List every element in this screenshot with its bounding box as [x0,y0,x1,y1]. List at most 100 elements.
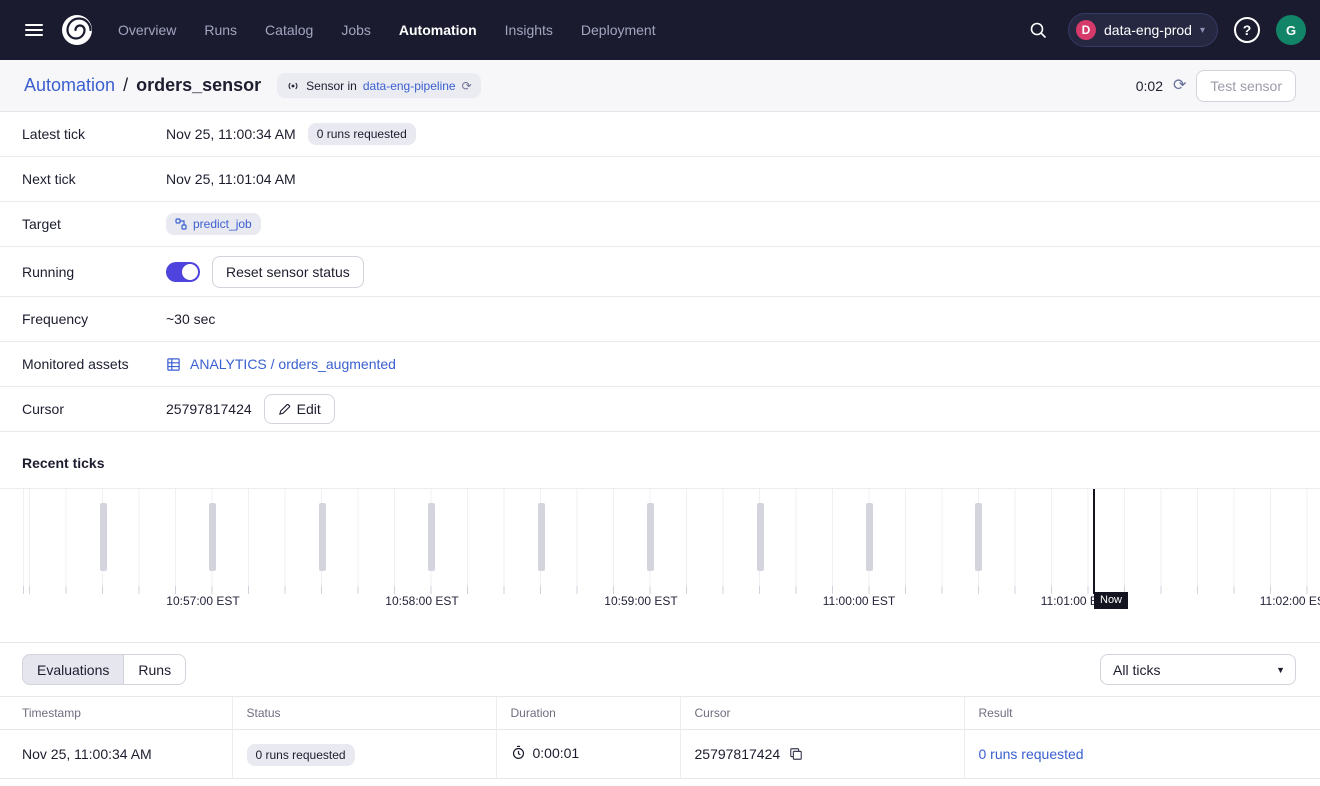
row-label: Running [22,264,166,280]
detail-row-frequency: Frequency ~30 sec [0,297,1320,342]
chevron-down-icon: ▼ [1276,665,1285,675]
evaluations-table: Timestamp Status Duration Cursor Result … [0,696,1320,785]
sensor-badge-text: Sensor in [306,79,357,93]
results-toolbar: Evaluations Runs All ticks ▼ [0,643,1320,696]
nav-item-automation[interactable]: Automation [399,22,477,38]
tick-bar[interactable] [100,503,107,571]
nav-item-runs[interactable]: Runs [204,22,237,38]
deployment-switcher[interactable]: D data-eng-prod ▾ [1068,13,1218,47]
recent-ticks-heading: Recent ticks [0,432,1320,488]
deployment-name: data-eng-prod [1104,22,1192,38]
tick-bar[interactable] [866,503,873,571]
menu-button[interactable] [14,10,54,50]
tick-bar[interactable] [428,503,435,571]
results-section: Evaluations Runs All ticks ▼ Timestamp S… [0,642,1320,785]
hamburger-icon [24,20,44,40]
refresh-icon[interactable]: ⟳ [1173,78,1186,94]
page-header-actions: 0:02 ⟳ Test sensor [1136,70,1296,102]
tick-countdown: 0:02 [1136,78,1163,94]
pencil-icon [278,403,291,416]
tick-bar[interactable] [319,503,326,571]
latest-tick-value: Nov 25, 11:00:34 AM [166,126,296,142]
tick-bar[interactable] [757,503,764,571]
job-name: predict_job [193,217,252,231]
cell-status: 0 runs requested [232,730,496,779]
breadcrumb-separator: / [123,75,128,96]
copy-cursor-button[interactable] [789,747,803,761]
ticks-timeline: 10:57:00 EST10:58:00 EST10:59:00 EST11:0… [0,488,1320,611]
cell-timestamp: Nov 25, 11:00:34 AM [0,730,232,779]
detail-row-next-tick: Next tick Nov 25, 11:01:04 AM [0,157,1320,202]
detail-row-target: Target predict_job [0,202,1320,247]
cursor-value: 25797817424 [166,401,252,417]
asset-table-icon [166,357,181,372]
axis-label: 11:00:00 EST [823,594,896,608]
tick-bar[interactable] [647,503,654,571]
table-row-partial [0,779,1320,785]
status-badge: 0 runs requested [308,123,416,145]
detail-row-monitored-assets: Monitored assets ANALYTICS / orders_augm… [0,342,1320,387]
tick-bar[interactable] [975,503,982,571]
nav-item-jobs[interactable]: Jobs [341,22,371,38]
now-label: Now [1094,592,1128,609]
app-root: Overview Runs Catalog Jobs Automation In… [0,0,1320,785]
pipeline-link[interactable]: data-eng-pipeline [363,79,456,93]
toggle-knob [182,264,198,280]
duration-value: 0:00:01 [533,745,580,761]
nav-right: D data-eng-prod ▾ ? G [1018,10,1306,50]
breadcrumb-automation[interactable]: Automation [24,75,115,96]
col-timestamp: Timestamp [0,697,232,730]
reset-sensor-status-button[interactable]: Reset sensor status [212,256,364,288]
next-tick-value: Nov 25, 11:01:04 AM [166,171,296,187]
tick-bar[interactable] [538,503,545,571]
reload-icon[interactable]: ⟳ [462,80,472,92]
chevron-down-icon: ▾ [1200,25,1205,36]
axis-label: 10:59:00 EST [604,594,677,608]
running-toggle[interactable] [166,262,200,282]
result-link[interactable]: 0 runs requested [979,746,1084,762]
edit-cursor-button[interactable]: Edit [264,394,335,424]
page-title: orders_sensor [136,75,261,96]
edit-button-label: Edit [297,401,321,417]
axis-label: 10:58:00 EST [385,594,458,608]
tick-bar[interactable] [209,503,216,571]
frequency-value: ~30 sec [166,311,215,327]
tab-evaluations[interactable]: Evaluations [22,654,124,685]
primary-nav: Overview Runs Catalog Jobs Automation In… [118,22,656,38]
page-header: Automation / orders_sensor Sensor in dat… [0,60,1320,112]
avatar[interactable]: G [1276,15,1306,45]
tab-runs[interactable]: Runs [124,654,186,685]
row-label: Next tick [22,171,166,187]
status-badge: 0 runs requested [247,744,355,766]
detail-row-latest-tick: Latest tick Nov 25, 11:00:34 AM 0 runs r… [0,112,1320,157]
sensor-icon [286,79,300,93]
test-sensor-button[interactable]: Test sensor [1196,70,1296,102]
nav-item-overview[interactable]: Overview [118,22,176,38]
help-button[interactable]: ? [1234,17,1260,43]
dagster-logo[interactable] [58,11,96,49]
nav-item-insights[interactable]: Insights [505,22,553,38]
now-line [1093,489,1095,594]
dagster-logo-icon [59,12,95,48]
results-tabs: Evaluations Runs [22,654,186,685]
cell-cursor: 25797817424 [680,730,964,779]
ticks-filter-value: All ticks [1113,662,1160,678]
col-status: Status [232,697,496,730]
job-chip[interactable]: predict_job [166,213,261,235]
search-icon [1029,21,1047,39]
nav-item-catalog[interactable]: Catalog [265,22,313,38]
sensor-details: Latest tick Nov 25, 11:00:34 AM 0 runs r… [0,112,1320,432]
detail-row-running: Running Reset sensor status [0,247,1320,297]
question-mark-icon: ? [1243,22,1252,38]
row-label: Monitored assets [22,356,166,372]
asset-key: ANALYTICS / orders_augmented [190,356,396,372]
monitored-asset-link[interactable]: ANALYTICS / orders_augmented [166,356,396,372]
cell-duration: 0:00:01 [496,730,680,779]
detail-row-cursor: Cursor 25797817424 Edit [0,387,1320,432]
nav-item-deployment[interactable]: Deployment [581,22,656,38]
row-label: Frequency [22,311,166,327]
col-duration: Duration [496,697,680,730]
ticks-filter-select[interactable]: All ticks ▼ [1100,654,1296,685]
table-row: Nov 25, 11:00:34 AM 0 runs requested 0:0… [0,730,1320,779]
search-button[interactable] [1018,10,1058,50]
